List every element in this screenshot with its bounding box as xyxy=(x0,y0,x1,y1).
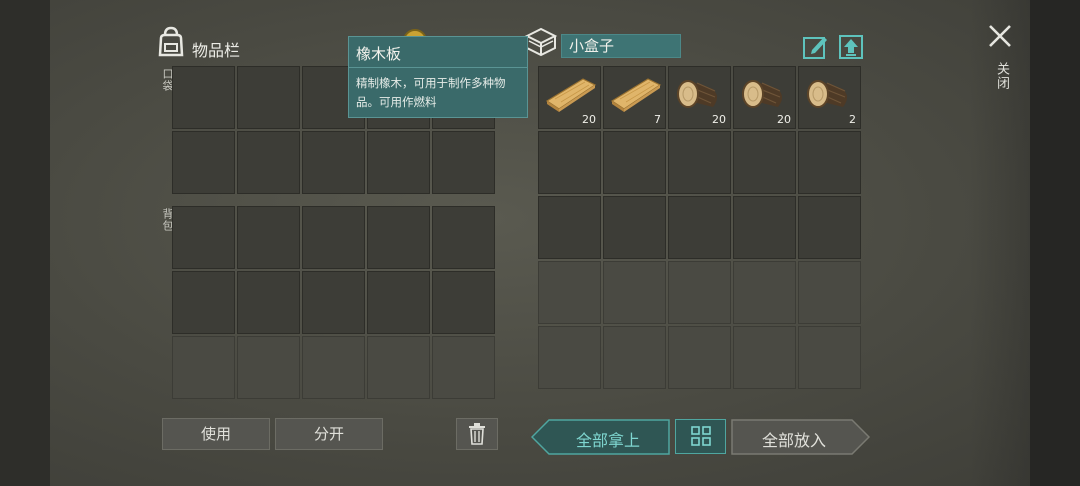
container-slot[interactable]: 20 xyxy=(538,66,601,129)
rename-icon[interactable] xyxy=(802,34,828,60)
backpack-slot[interactable] xyxy=(432,271,495,334)
container-slot-locked xyxy=(668,261,731,324)
container-slot[interactable] xyxy=(798,196,861,259)
item-quantity: 7 xyxy=(654,113,661,126)
pocket-slot[interactable] xyxy=(237,66,300,129)
backpack-grid xyxy=(172,206,495,399)
item-tooltip: 橡木板 精制橡木，可用于制作多种物品。可用作燃料 xyxy=(348,36,528,118)
backpack-slot[interactable] xyxy=(367,206,430,269)
pocket-slot[interactable] xyxy=(172,66,235,129)
use-button[interactable]: 使用 xyxy=(162,418,270,450)
oak-log-icon xyxy=(742,80,782,108)
tooltip-description: 精制橡木，可用于制作多种物品。可用作燃料 xyxy=(356,76,506,109)
container-slot[interactable] xyxy=(798,131,861,194)
backpack-slot-locked xyxy=(432,336,495,399)
container-slot[interactable] xyxy=(538,131,601,194)
take-all-label: 全部拿上 xyxy=(575,431,640,450)
oak-plank-icon xyxy=(545,78,597,112)
backpack-slot-locked xyxy=(237,336,300,399)
tooltip-title: 橡木板 xyxy=(356,45,402,63)
oak-log-icon xyxy=(807,80,847,108)
backpack-slot[interactable] xyxy=(172,206,235,269)
container-slot[interactable]: 20 xyxy=(668,66,731,129)
container-grid: 20 7 20 20 2 xyxy=(538,66,861,400)
trash-icon xyxy=(469,423,485,445)
pocket-slot[interactable] xyxy=(237,131,300,194)
trash-button[interactable] xyxy=(456,418,498,450)
container-slot-locked xyxy=(798,261,861,324)
container-slot[interactable] xyxy=(668,196,731,259)
container-slot[interactable] xyxy=(603,196,666,259)
container-slot[interactable]: 2 xyxy=(798,66,861,129)
container-slot-locked xyxy=(798,326,861,389)
tooltip-divider xyxy=(349,67,527,68)
backpack-slot-locked xyxy=(302,336,365,399)
oak-log-icon xyxy=(677,80,717,108)
backpack-slot[interactable] xyxy=(302,271,365,334)
oak-plank-icon xyxy=(610,78,662,112)
backpack-slot-locked xyxy=(367,336,430,399)
container-slot[interactable] xyxy=(603,131,666,194)
close-icon[interactable] xyxy=(988,24,1012,48)
container-slot[interactable] xyxy=(733,196,796,259)
backpack-slot[interactable] xyxy=(172,271,235,334)
inventory-title: 物品栏 xyxy=(192,41,241,60)
item-quantity: 2 xyxy=(849,113,856,126)
grid-view-icon xyxy=(690,426,711,446)
backpack-slot[interactable] xyxy=(367,271,430,334)
backpack-slot[interactable] xyxy=(237,206,300,269)
container-slot-locked xyxy=(603,261,666,324)
container-slot-locked xyxy=(603,326,666,389)
box-icon xyxy=(524,27,558,57)
item-quantity: 20 xyxy=(582,113,596,126)
backpack-icon xyxy=(158,26,184,57)
backpack-slot[interactable] xyxy=(302,206,365,269)
backpack-slot[interactable] xyxy=(237,271,300,334)
container-slot-locked xyxy=(538,261,601,324)
container-slot[interactable] xyxy=(733,131,796,194)
backpack-slot[interactable] xyxy=(432,206,495,269)
item-quantity: 20 xyxy=(712,113,726,126)
pocket-slot[interactable] xyxy=(432,131,495,194)
container-slot-locked xyxy=(733,326,796,389)
grid-view-button[interactable] xyxy=(675,419,726,454)
pocket-slot[interactable] xyxy=(367,131,430,194)
split-button[interactable]: 分开 xyxy=(275,418,383,450)
backpack-slot-locked xyxy=(172,336,235,399)
left-edge xyxy=(0,0,50,486)
sort-upload-icon[interactable] xyxy=(838,34,864,60)
container-slot[interactable] xyxy=(668,131,731,194)
container-name-field[interactable]: 小盒子 xyxy=(561,34,681,58)
container-slot-locked xyxy=(668,326,731,389)
pocket-slot[interactable] xyxy=(302,131,365,194)
put-all-label: 全部放入 xyxy=(761,431,826,450)
container-slot-locked xyxy=(538,326,601,389)
container-slot[interactable] xyxy=(538,196,601,259)
right-edge xyxy=(1030,0,1080,486)
pocket-slot[interactable] xyxy=(172,131,235,194)
close-label[interactable]: 关闭 xyxy=(992,62,1011,90)
item-quantity: 20 xyxy=(777,113,791,126)
container-slot-locked xyxy=(733,261,796,324)
container-slot[interactable]: 20 xyxy=(733,66,796,129)
container-slot[interactable]: 7 xyxy=(603,66,666,129)
